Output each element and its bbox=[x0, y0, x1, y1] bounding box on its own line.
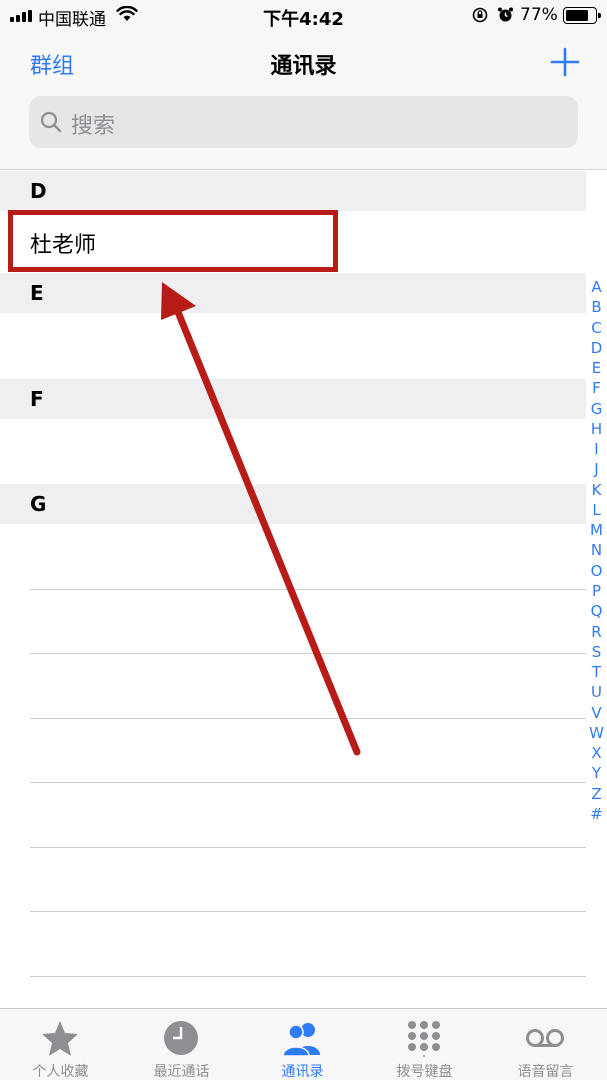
index-letter[interactable]: B bbox=[586, 297, 607, 317]
search-icon bbox=[40, 111, 62, 133]
index-letter[interactable]: M bbox=[586, 520, 607, 540]
row-separator bbox=[30, 847, 586, 848]
search-input[interactable]: 搜索 bbox=[29, 96, 578, 148]
index-letter[interactable]: Z bbox=[586, 784, 607, 804]
tab-favorites[interactable]: 个人收藏 bbox=[0, 1009, 121, 1080]
people-icon bbox=[282, 1023, 320, 1057]
index-letter[interactable]: H bbox=[586, 419, 607, 439]
status-bar: 中国联通 下午4:42 77% bbox=[0, 0, 607, 32]
tab-voicemail[interactable]: 语音留言 bbox=[485, 1009, 606, 1080]
tab-contacts[interactable]: 通讯录 bbox=[242, 1009, 363, 1080]
row-separator bbox=[30, 718, 586, 719]
battery-icon bbox=[563, 7, 601, 24]
section-letter: E bbox=[30, 281, 44, 305]
section-header-f: F bbox=[0, 379, 586, 419]
tab-recents[interactable]: 最近通话 bbox=[121, 1009, 242, 1080]
page-title: 通讯录 bbox=[270, 54, 337, 79]
section-letter: G bbox=[30, 492, 47, 516]
clock-icon bbox=[164, 1021, 198, 1055]
index-letter[interactable]: L bbox=[586, 500, 607, 520]
rotation-lock-icon bbox=[472, 7, 488, 23]
index-letter[interactable]: D bbox=[586, 338, 607, 358]
index-letter[interactable]: C bbox=[586, 318, 607, 338]
index-letter[interactable]: K bbox=[586, 480, 607, 500]
section-header-d: D bbox=[0, 171, 586, 211]
star-icon bbox=[42, 1021, 78, 1056]
index-letter[interactable]: S bbox=[586, 642, 607, 662]
row-separator bbox=[30, 653, 586, 654]
row-separator bbox=[30, 976, 586, 977]
voicemail-icon bbox=[526, 1029, 564, 1047]
index-letter[interactable]: E bbox=[586, 358, 607, 378]
index-letter[interactable]: P bbox=[586, 581, 607, 601]
tab-label: 语音留言 bbox=[517, 1064, 574, 1080]
row-separator bbox=[30, 589, 586, 590]
tab-label: 最近通话 bbox=[153, 1064, 210, 1080]
row-separator bbox=[30, 782, 586, 783]
search-placeholder: 搜索 bbox=[71, 114, 116, 139]
tab-bar: 个人收藏 最近通话 通讯录 拨号键盘 语音留言 bbox=[0, 1008, 607, 1080]
section-header-g: G bbox=[0, 484, 586, 524]
section-header-e: E bbox=[0, 273, 586, 313]
clock-time: 下午4:42 bbox=[263, 9, 344, 30]
highlight-box bbox=[8, 210, 338, 272]
index-letter[interactable]: # bbox=[586, 804, 607, 824]
index-letter[interactable]: A bbox=[586, 277, 607, 297]
row-separator bbox=[30, 911, 586, 912]
index-letter[interactable]: Q bbox=[586, 601, 607, 621]
index-letter[interactable]: R bbox=[586, 622, 607, 642]
index-letter[interactable]: Y bbox=[586, 763, 607, 783]
battery-percent: 77% bbox=[520, 5, 558, 25]
tab-label: 个人收藏 bbox=[32, 1064, 89, 1080]
plus-icon[interactable] bbox=[549, 46, 581, 78]
index-letter[interactable]: W bbox=[586, 723, 607, 743]
index-letter[interactable]: F bbox=[586, 378, 607, 398]
index-letter[interactable]: J bbox=[586, 459, 607, 479]
alphabet-index[interactable]: A B C D E F G H I J K L M N O P Q R S T U V W X Y Z # bbox=[586, 277, 607, 824]
index-letter[interactable]: G bbox=[586, 399, 607, 419]
index-letter[interactable]: V bbox=[586, 703, 607, 723]
index-letter[interactable]: U bbox=[586, 682, 607, 702]
index-letter[interactable]: T bbox=[586, 662, 607, 682]
section-letter: F bbox=[30, 387, 44, 411]
navigation-header: 群组 通讯录 搜索 bbox=[0, 32, 607, 170]
keypad-icon bbox=[408, 1021, 440, 1057]
tab-label: 拨号键盘 bbox=[396, 1064, 453, 1080]
section-letter: D bbox=[30, 179, 47, 203]
tab-label: 通讯录 bbox=[281, 1064, 324, 1080]
index-letter[interactable]: O bbox=[586, 561, 607, 581]
alarm-icon bbox=[498, 7, 513, 22]
index-letter[interactable]: N bbox=[586, 540, 607, 560]
index-letter[interactable]: I bbox=[586, 439, 607, 459]
index-letter[interactable]: X bbox=[586, 743, 607, 763]
tab-keypad[interactable]: 拨号键盘 bbox=[364, 1009, 485, 1080]
